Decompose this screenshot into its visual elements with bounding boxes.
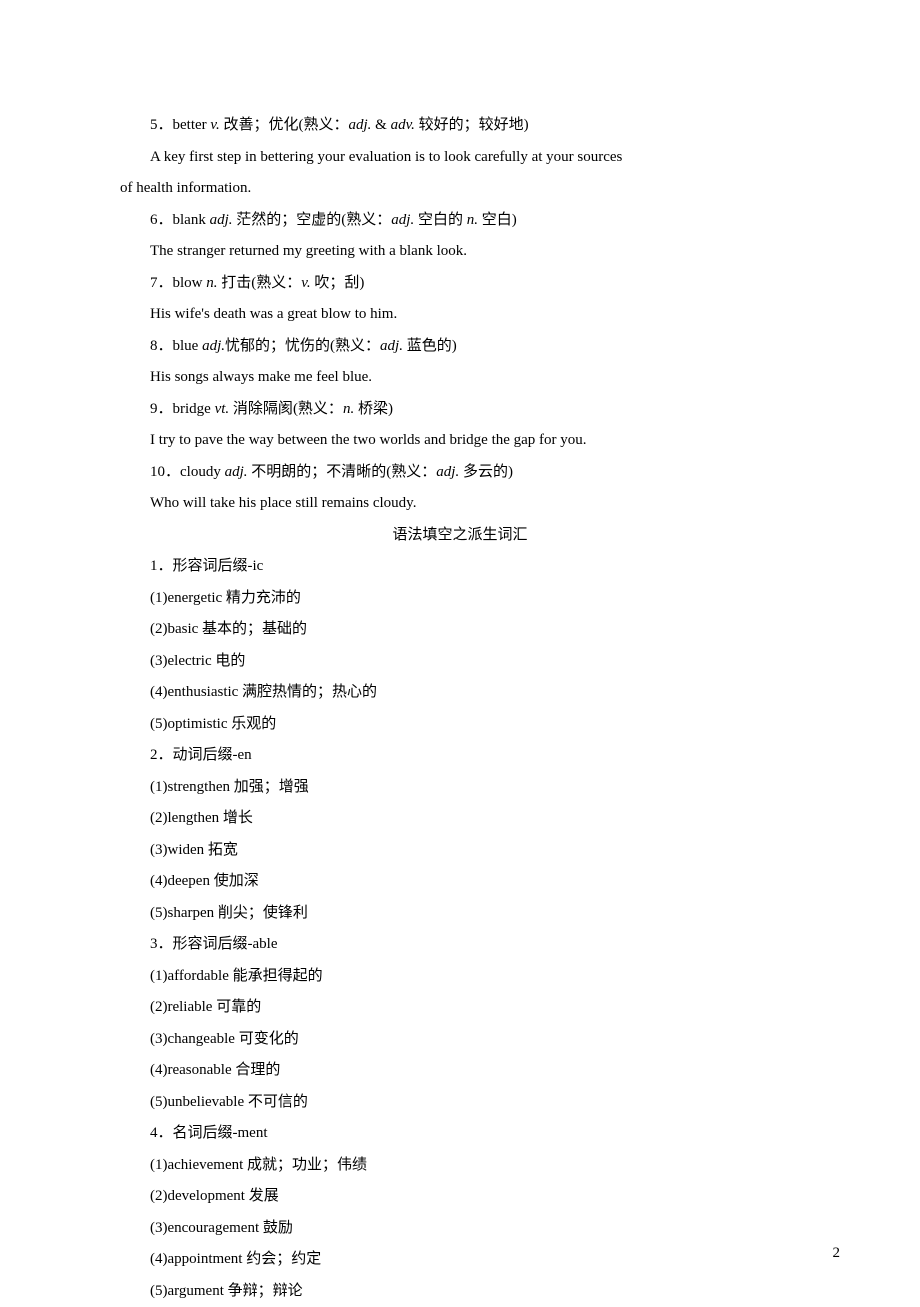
group-item: (3)changeable 可变化的 <box>120 1024 800 1056</box>
entry-word: blank <box>173 212 206 228</box>
familiar-pos: n. <box>343 401 354 417</box>
vocab-entry: 5．better v. 改善；优化(熟义：adj. & adv. 较好的；较好地… <box>120 110 800 142</box>
group-item: (4)deepen 使加深 <box>120 866 800 898</box>
example-sentence: Who will take his place still remains cl… <box>120 488 800 520</box>
vocab-entry: 10．cloudy adj. 不明朗的；不清晰的(熟义：adj. 多云的) <box>120 457 800 489</box>
entry-def: 不明朗的；不清晰的 <box>251 464 386 480</box>
familiar-pos2: n. <box>467 212 478 228</box>
entry-num: 10 <box>150 464 165 480</box>
group-item: (5)optimistic 乐观的 <box>120 709 800 741</box>
group-item: (4)enthusiastic 满腔热情的；热心的 <box>120 677 800 709</box>
familiar-label: (熟义： <box>341 212 391 228</box>
entry-pos: adj. <box>202 338 225 354</box>
group-item: (1)achievement 成就；功业；伟绩 <box>120 1150 800 1182</box>
group-item: (3)widen 拓宽 <box>120 835 800 867</box>
example-sentence: I try to pave the way between the two wo… <box>120 425 800 457</box>
familiar-label: (熟义： <box>386 464 436 480</box>
group-item: (1)affordable 能承担得起的 <box>120 961 800 993</box>
group-item: (2)lengthen 增长 <box>120 803 800 835</box>
group-item: (2)basic 基本的；基础的 <box>120 614 800 646</box>
entry-def: 忧郁的；忧伤的 <box>225 338 330 354</box>
familiar-def: 多云的) <box>459 464 513 480</box>
vocab-entry: 9．bridge vt. 消除隔阂(熟义：n. 桥梁) <box>120 394 800 426</box>
entry-pos: v. <box>210 117 219 133</box>
entry-def: 消除隔阂 <box>233 401 293 417</box>
group-heading: 3．形容词后缀-able <box>120 929 800 961</box>
vocab-entry: 8．blue adj.忧郁的；忧伤的(熟义：adj. 蓝色的) <box>120 331 800 363</box>
section-title: 语法填空之派生词汇 <box>120 520 800 552</box>
familiar-label: (熟义： <box>298 117 348 133</box>
familiar-pos: adj. <box>348 117 371 133</box>
entry-def: 茫然的；空虚的 <box>236 212 341 228</box>
example-sentence: His wife's death was a great blow to him… <box>120 299 800 331</box>
entry-def: 改善；优化 <box>223 117 298 133</box>
example-sentence-cont: of health information. <box>120 173 800 205</box>
group-item: (3)encouragement 鼓励 <box>120 1213 800 1245</box>
group-heading: 1．形容词后缀-ic <box>120 551 800 583</box>
familiar-def: 较好的；较好地) <box>415 117 529 133</box>
group-item: (1)strengthen 加强；增强 <box>120 772 800 804</box>
familiar-pos: adj. <box>436 464 459 480</box>
group-item: (2)reliable 可靠的 <box>120 992 800 1024</box>
entry-pos: adj. <box>210 212 233 228</box>
familiar-def: 桥梁) <box>354 401 393 417</box>
entry-word: blow <box>173 275 203 291</box>
entry-num: 9 <box>150 401 158 417</box>
entry-word: better <box>173 117 207 133</box>
group-heading: 4．名词后缀-ment <box>120 1118 800 1150</box>
group-item: (5)sharpen 削尖；使锋利 <box>120 898 800 930</box>
familiar-def2: 空白) <box>478 212 517 228</box>
familiar-def: 蓝色的) <box>403 338 457 354</box>
familiar-label: (熟义： <box>251 275 301 291</box>
entry-word: bridge <box>173 401 211 417</box>
familiar-pos: adj. <box>380 338 403 354</box>
entry-num: 7 <box>150 275 158 291</box>
group-item: (4)reasonable 合理的 <box>120 1055 800 1087</box>
example-sentence: His songs always make me feel blue. <box>120 362 800 394</box>
group-item: (4)appointment 约会；约定 <box>120 1244 800 1276</box>
example-sentence: The stranger returned my greeting with a… <box>120 236 800 268</box>
entry-num: 6 <box>150 212 158 228</box>
familiar-label: (熟义： <box>330 338 380 354</box>
entry-pos: adj. <box>225 464 248 480</box>
entry-def: 打击 <box>221 275 251 291</box>
familiar-pos: v. <box>301 275 310 291</box>
page-content: 5．better v. 改善；优化(熟义：adj. & adv. 较好的；较好地… <box>0 0 920 1307</box>
entry-num: 8 <box>150 338 158 354</box>
familiar-pos2: adv. <box>391 117 415 133</box>
example-sentence: A key first step in bettering your evalu… <box>120 142 800 174</box>
vocab-entry: 6．blank adj. 茫然的；空虚的(熟义：adj. 空白的 n. 空白) <box>120 205 800 237</box>
page-number: 2 <box>833 1245 841 1262</box>
group-item: (5)argument 争辩；辩论 <box>120 1276 800 1307</box>
entry-pos: n. <box>206 275 217 291</box>
entry-num: 5 <box>150 117 158 133</box>
group-heading: 2．动词后缀-en <box>120 740 800 772</box>
group-item: (3)electric 电的 <box>120 646 800 678</box>
entry-word: blue <box>173 338 199 354</box>
entry-word: cloudy <box>180 464 221 480</box>
familiar-def: 吹；刮) <box>311 275 365 291</box>
vocab-entry: 7．blow n. 打击(熟义：v. 吹；刮) <box>120 268 800 300</box>
group-item: (1)energetic 精力充沛的 <box>120 583 800 615</box>
group-item: (5)unbelievable 不可信的 <box>120 1087 800 1119</box>
amp: & <box>371 117 390 133</box>
group-item: (2)development 发展 <box>120 1181 800 1213</box>
entry-pos: vt. <box>215 401 230 417</box>
familiar-label: (熟义： <box>293 401 343 417</box>
familiar-pos: adj. <box>391 212 414 228</box>
familiar-def: 空白的 <box>414 212 467 228</box>
